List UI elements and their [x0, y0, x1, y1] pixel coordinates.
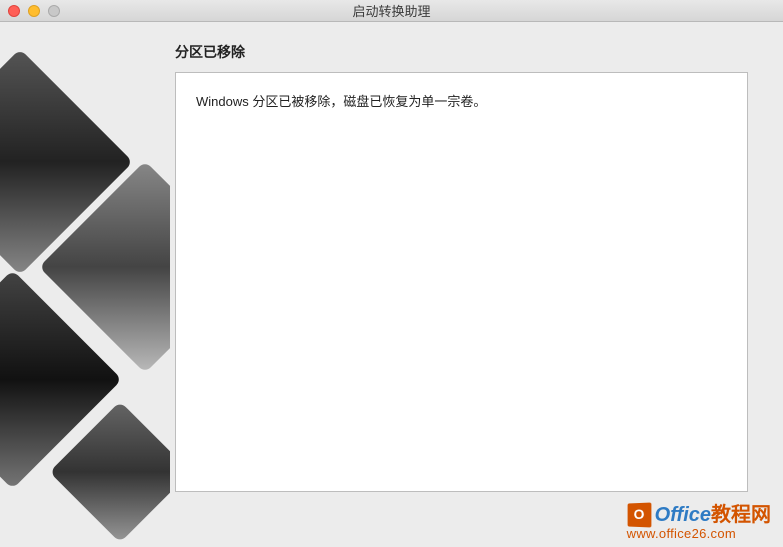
window-controls [0, 5, 60, 17]
watermark: O Office教程网 www.office26.com [627, 503, 771, 541]
window-body: 分区已移除 Windows 分区已被移除，磁盘已恢复为单一宗卷。 [0, 22, 783, 547]
status-message: Windows 分区已被移除，磁盘已恢复为单一宗卷。 [196, 91, 727, 110]
brand-prefix: Office [655, 504, 711, 526]
content-area: 分区已移除 Windows 分区已被移除，磁盘已恢复为单一宗卷。 [170, 22, 783, 547]
window-title: 启动转换助理 [0, 1, 783, 20]
minimize-icon[interactable] [28, 5, 40, 17]
brand-suffix: 教程网 [711, 504, 771, 526]
maximize-icon [48, 5, 60, 17]
watermark-brand: O Office教程网 [627, 503, 771, 527]
logo-icon: O [627, 502, 651, 527]
page-heading: 分区已移除 [175, 42, 748, 62]
watermark-text: Office教程网 [655, 504, 771, 526]
content-panel: Windows 分区已被移除，磁盘已恢复为单一宗卷。 [175, 72, 748, 492]
watermark-url: www.office26.com [627, 527, 771, 541]
close-icon[interactable] [8, 5, 20, 17]
titlebar: 启动转换助理 [0, 0, 783, 22]
sidebar-artwork [0, 22, 170, 547]
